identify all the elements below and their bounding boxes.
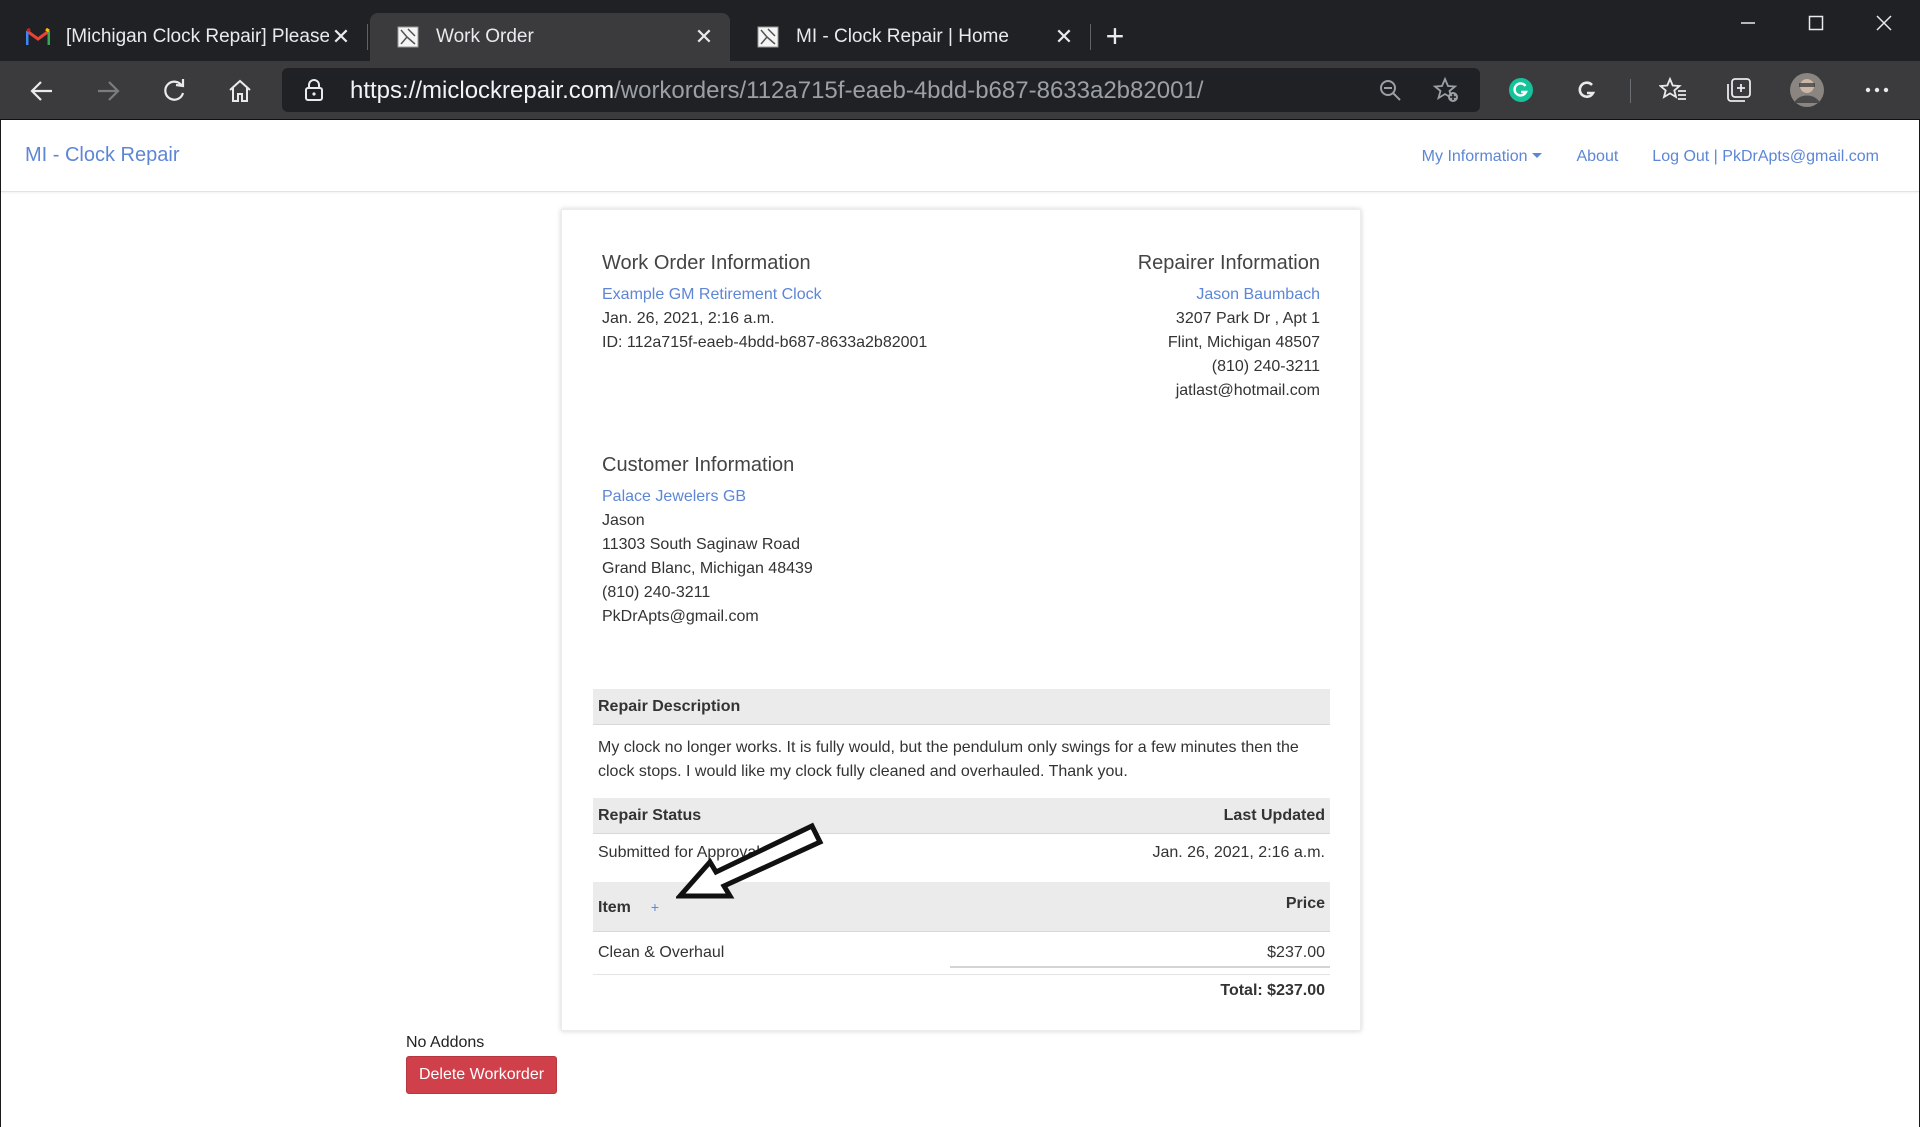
tab-title: MI - Clock Repair | Home: [796, 26, 1009, 47]
repairer-info: Repairer Information Jason Baumbach 3207…: [1138, 252, 1320, 403]
item-header: Item: [598, 899, 631, 916]
annotation-arrow-icon: [676, 822, 824, 899]
total-divider: [950, 966, 1330, 968]
lock-icon[interactable]: [304, 78, 324, 107]
repairer-address-line2: Flint, Michigan 48507: [1167, 334, 1320, 351]
close-icon[interactable]: ✕: [1052, 24, 1076, 49]
more-options-icon[interactable]: [1860, 73, 1894, 107]
maximize-button[interactable]: [1782, 8, 1850, 38]
logout-link[interactable]: Log Out | PkDrApts@gmail.com: [1652, 148, 1879, 166]
repairer-address-line1: 3207 Park Dr , Apt 1: [1175, 310, 1320, 327]
customer-email: PkDrApts@gmail.com: [602, 608, 759, 625]
toolbar-divider: [1630, 79, 1631, 103]
tab-title: [Michigan Clock Repair] Please C: [66, 26, 329, 47]
tab-gmail[interactable]: [Michigan Clock Repair] Please C ✕: [0, 13, 367, 61]
table-row: Clean & Overhaul $237.00: [593, 933, 1330, 975]
last-updated-header: Last Updated: [1223, 807, 1325, 824]
repairer-name-link[interactable]: Jason Baumbach: [1138, 283, 1320, 307]
tab-separator: [367, 24, 368, 50]
close-icon[interactable]: ✕: [692, 24, 716, 49]
item-price: $237.00: [1267, 944, 1325, 961]
about-link[interactable]: About: [1576, 148, 1618, 166]
nav-links: My Information About Log Out | PkDrApts@…: [1422, 148, 1879, 166]
zoom-out-icon[interactable]: [1376, 76, 1404, 104]
total-amount: Total: $237.00: [1220, 982, 1325, 999]
my-information-label: My Information: [1421, 148, 1528, 165]
work-order-info: Work Order Information Example GM Retire…: [602, 252, 927, 355]
work-order-card: Work Order Information Example GM Retire…: [561, 209, 1361, 1031]
site-navbar: MI - Clock Repair My Information About L…: [1, 120, 1919, 192]
delete-workorder-button[interactable]: Delete Workorder: [406, 1056, 557, 1094]
url-host: https://miclockrepair.com: [350, 77, 615, 104]
repair-description-text: My clock no longer works. It is fully wo…: [598, 739, 1299, 780]
tab-separator: [1090, 24, 1091, 50]
customer-info: Customer Information Palace Jewelers GB …: [602, 454, 813, 629]
site-favicon-icon: [396, 25, 420, 49]
gmail-icon: [26, 25, 50, 49]
customer-address-line1: 11303 South Saginaw Road: [602, 536, 801, 553]
work-order-heading: Work Order Information: [602, 252, 811, 274]
customer-company-link[interactable]: Palace Jewelers GB: [602, 485, 813, 509]
customer-address-line2: Grand Blanc, Michigan 48439: [602, 560, 813, 577]
customer-heading: Customer Information: [602, 454, 795, 476]
work-order-date: Jan. 26, 2021, 2:16 a.m.: [602, 310, 775, 327]
repairer-email: jatlast@hotmail.com: [1175, 382, 1320, 399]
minimize-button[interactable]: [1714, 8, 1782, 38]
caret-down-icon: [1532, 153, 1543, 158]
tab-home[interactable]: MI - Clock Repair | Home ✕: [730, 13, 1090, 61]
url-path: /workorders/112a715f-eaeb-4bdd-b687-8633…: [614, 77, 1204, 104]
work-order-id: ID: 112a715f-eaeb-4bdd-b687-8633a2b82001: [602, 334, 928, 351]
close-icon[interactable]: ✕: [329, 24, 353, 49]
favorites-icon[interactable]: [1656, 73, 1690, 107]
tab-title: Work Order: [436, 26, 534, 47]
window-close-button[interactable]: [1850, 8, 1918, 38]
repairer-phone: (810) 240-3211: [1211, 358, 1320, 375]
refresh-button[interactable]: [154, 71, 194, 111]
add-favorite-icon[interactable]: [1432, 76, 1460, 104]
window-border-left: [0, 120, 1, 1127]
customer-phone: (810) 240-3211: [602, 584, 711, 601]
back-button[interactable]: [22, 71, 62, 111]
no-addons-text: No Addons: [406, 1034, 485, 1051]
browser-toolbar: https://miclockrepair.com/workorders/112…: [0, 61, 1920, 120]
last-updated-value: Jan. 26, 2021, 2:16 a.m.: [1152, 844, 1325, 861]
address-bar[interactable]: https://miclockrepair.com/workorders/112…: [282, 68, 1480, 112]
site-brand-link[interactable]: MI - Clock Repair: [25, 144, 179, 167]
repair-description-header: Repair Description: [593, 689, 1330, 725]
browser-tab-bar: [Michigan Clock Repair] Please C ✕ Work …: [0, 0, 1920, 61]
add-item-button[interactable]: +: [651, 899, 659, 915]
url-text: https://miclockrepair.com/workorders/112…: [350, 77, 1203, 105]
grammarly-go-icon[interactable]: [1570, 73, 1604, 107]
home-button[interactable]: [220, 71, 260, 111]
profile-avatar[interactable]: [1790, 73, 1824, 107]
new-tab-button[interactable]: +: [1100, 20, 1130, 52]
collections-icon[interactable]: [1722, 73, 1756, 107]
customer-contact: Jason: [602, 512, 645, 529]
forward-button[interactable]: [88, 71, 128, 111]
my-information-dropdown[interactable]: My Information: [1422, 148, 1543, 166]
repairer-heading: Repairer Information: [1137, 252, 1320, 274]
grammarly-icon[interactable]: [1504, 73, 1538, 107]
work-order-title-link[interactable]: Example GM Retirement Clock: [602, 283, 927, 307]
price-header: Price: [1285, 895, 1325, 912]
item-name: Clean & Overhaul: [598, 944, 725, 961]
tab-work-order[interactable]: Work Order ✕: [370, 13, 730, 61]
site-favicon-icon: [756, 25, 780, 49]
